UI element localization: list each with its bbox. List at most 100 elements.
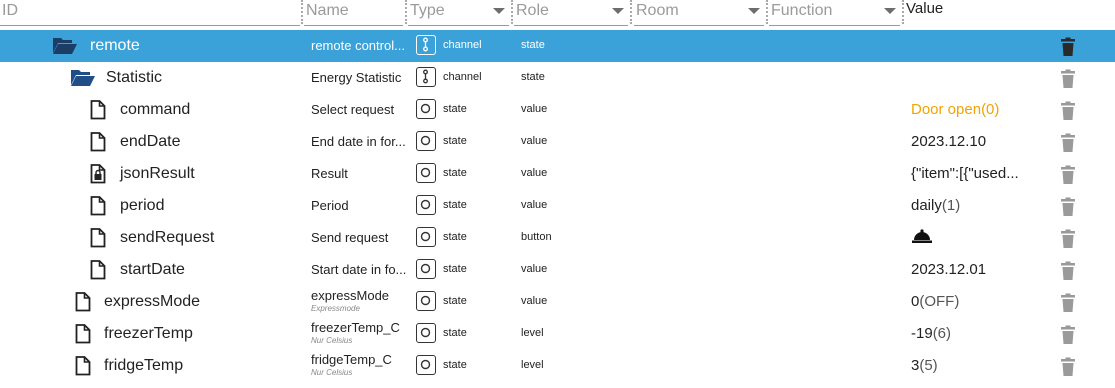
trash-icon[interactable]: [1060, 357, 1076, 382]
object-value[interactable]: [911, 228, 933, 248]
filter-header: ID Name Type Role Room Function Value: [0, 0, 1115, 30]
file-icon[interactable]: [90, 228, 106, 253]
object-name-text: expressMode: [311, 288, 390, 303]
trash-icon[interactable]: [1060, 293, 1076, 318]
object-type: channel: [443, 39, 482, 51]
value-text: Door open: [911, 101, 982, 118]
state-icon: [416, 195, 436, 215]
file-icon[interactable]: [90, 132, 106, 157]
chevron-down-icon: [493, 8, 505, 14]
trash-icon[interactable]: [1060, 261, 1076, 286]
column-separator[interactable]: [902, 0, 904, 24]
trash-icon[interactable]: [1060, 165, 1076, 190]
object-role: level: [521, 359, 544, 371]
column-separator[interactable]: [301, 0, 303, 24]
object-name-text: remote control...: [311, 38, 405, 53]
type-filter-select[interactable]: Type: [408, 0, 509, 26]
id-filter-input[interactable]: ID: [0, 0, 300, 26]
object-role: state: [521, 71, 545, 83]
object-description: Expressmode: [311, 304, 360, 313]
trash-icon[interactable]: [1060, 69, 1076, 94]
type-filter-placeholder: Type: [410, 2, 445, 19]
column-separator[interactable]: [511, 0, 513, 24]
object-value[interactable]: 2023.12.01: [911, 261, 986, 278]
file-icon[interactable]: [90, 100, 106, 125]
tree-row[interactable]: sendRequest Send request state button: [0, 222, 1115, 254]
state-icon: [416, 323, 436, 343]
file-icon[interactable]: [75, 324, 91, 349]
chevron-down-icon: [884, 8, 896, 14]
trash-icon[interactable]: [1060, 325, 1076, 350]
object-role: button: [521, 231, 552, 243]
state-icon: [416, 259, 436, 279]
object-id: endDate: [120, 133, 181, 150]
trash-icon[interactable]: [1060, 101, 1076, 126]
object-type: state: [443, 199, 467, 211]
trash-icon[interactable]: [1060, 37, 1076, 62]
object-type: state: [443, 103, 467, 115]
file-icon[interactable]: [75, 292, 91, 317]
object-type: state: [443, 231, 467, 243]
folder-open-icon[interactable]: [52, 36, 78, 61]
object-id: Statistic: [106, 69, 163, 86]
tree-row[interactable]: fridgeTemp fridgeTemp_C Nur Celsius state le…: [0, 350, 1115, 382]
channel-icon: [416, 35, 436, 55]
object-value[interactable]: Door open(0): [911, 101, 999, 118]
object-value[interactable]: 2023.12.10: [911, 133, 986, 150]
tree-row[interactable]: endDate End date in for... state value 2023.…: [0, 126, 1115, 158]
state-icon: [416, 163, 436, 183]
tree-row[interactable]: jsonResult Result state value {"item":[{"use…: [0, 158, 1115, 190]
object-name-text: Select request: [311, 102, 395, 117]
tree-row[interactable]: period Period state value daily(1): [0, 190, 1115, 222]
value-text: daily: [911, 197, 942, 214]
object-type: state: [443, 263, 467, 275]
object-type: state: [443, 359, 467, 371]
chevron-down-icon: [748, 8, 760, 14]
role-filter-placeholder: Role: [516, 2, 549, 19]
name-filter-input[interactable]: Name: [304, 0, 403, 26]
bell-icon[interactable]: [911, 229, 933, 248]
file-icon[interactable]: [75, 356, 91, 381]
object-name-text: Start date in fo...: [311, 262, 407, 277]
column-separator[interactable]: [766, 0, 768, 24]
value-state: (0): [981, 101, 1000, 118]
value-text: 2023.12.01: [911, 261, 987, 278]
object-name: fridgeTemp_C Nur Celsius: [311, 352, 415, 377]
object-description: Nur Celsius: [311, 368, 353, 377]
value-column-header: Value: [906, 0, 944, 17]
room-filter-select[interactable]: Room: [634, 0, 764, 26]
role-filter-select[interactable]: Role: [514, 0, 628, 26]
trash-icon[interactable]: [1060, 197, 1076, 222]
file-lock-icon[interactable]: [90, 164, 106, 189]
trash-icon[interactable]: [1060, 229, 1076, 254]
object-role: level: [521, 327, 544, 339]
object-name: Start date in fo...: [311, 262, 415, 277]
tree-row[interactable]: startDate Start date in fo... state value 20…: [0, 254, 1115, 286]
folder-open-icon[interactable]: [70, 68, 96, 93]
object-id: jsonResult: [120, 165, 195, 182]
object-name: Period: [311, 198, 415, 213]
object-value[interactable]: 3(5): [911, 357, 938, 374]
object-value[interactable]: -19(6): [911, 325, 951, 342]
object-value[interactable]: 0(OFF): [911, 293, 959, 310]
tree-row[interactable]: command Select request state value Door open…: [0, 94, 1115, 126]
tree-row[interactable]: remote remote control... channel state: [0, 30, 1115, 62]
state-icon: [416, 131, 436, 151]
column-separator[interactable]: [630, 0, 632, 24]
state-icon: [416, 227, 436, 247]
tree-row[interactable]: freezerTemp freezerTemp_C Nur Celsius state…: [0, 318, 1115, 350]
object-value[interactable]: {"item":[{"used...: [911, 165, 1019, 182]
trash-icon[interactable]: [1060, 133, 1076, 158]
file-icon[interactable]: [90, 260, 106, 285]
object-id: command: [120, 101, 191, 118]
value-state: (OFF): [919, 293, 960, 310]
function-filter-select[interactable]: Function: [769, 0, 900, 26]
object-id: remote: [90, 37, 140, 54]
column-separator[interactable]: [405, 0, 407, 24]
object-value[interactable]: daily(1): [911, 197, 960, 214]
tree-row[interactable]: Statistic Energy Statistic channel state: [0, 62, 1115, 94]
tree-row[interactable]: expressMode expressMode Expressmode state va…: [0, 286, 1115, 318]
object-name: expressMode Expressmode: [311, 288, 415, 313]
file-icon[interactable]: [90, 196, 106, 221]
id-filter-placeholder: ID: [2, 2, 18, 19]
